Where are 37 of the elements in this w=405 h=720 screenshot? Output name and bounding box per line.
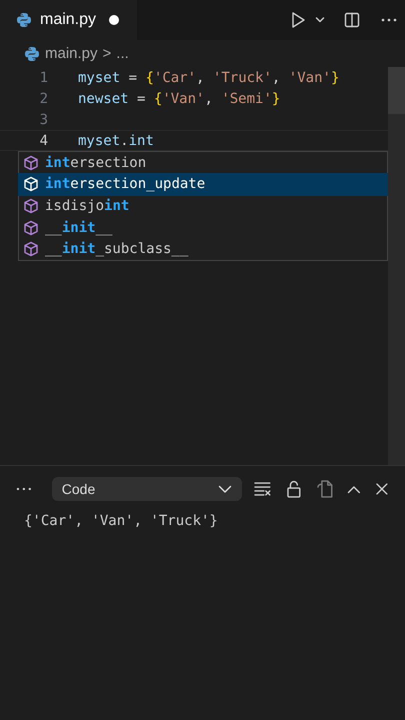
suggestion-item[interactable]: __init__: [19, 216, 387, 238]
cube-icon: [23, 198, 39, 214]
output-channel-dropdown[interactable]: Code: [52, 477, 242, 501]
caret-icon: [218, 484, 232, 494]
more-icon[interactable]: [381, 18, 397, 22]
cube-icon: [23, 241, 39, 258]
cube-icon: [23, 154, 39, 171]
cube-icon: [23, 176, 39, 192]
suggestion-item[interactable]: isdisjoint: [19, 195, 387, 217]
chevron-up-icon[interactable]: [347, 484, 362, 494]
more-icon[interactable]: [16, 487, 32, 491]
caret-icon[interactable]: [315, 16, 325, 24]
line-number: 4: [38, 132, 49, 148]
python-icon: [16, 12, 32, 28]
run-icon[interactable]: [290, 11, 306, 29]
output-text: {'Car', 'Van', 'Truck'}: [23, 512, 219, 529]
line-number: 1: [38, 70, 49, 86]
line-number: 2: [38, 90, 49, 106]
editor-tab[interactable]: main.py: [0, 0, 137, 40]
python-icon: [24, 46, 40, 62]
unlock-icon[interactable]: [286, 480, 302, 498]
clear-output-icon[interactable]: [254, 481, 272, 497]
code-line: newset = {'Van', 'Semi'}: [78, 90, 280, 106]
scrollbar[interactable]: [388, 67, 405, 465]
code-line: myset.int: [78, 132, 154, 148]
suggestion-item[interactable]: __init_subclass__: [19, 238, 387, 260]
code-line: myset = {'Car', 'Truck', 'Van'}: [78, 70, 340, 86]
breadcrumb-separator: >: [102, 45, 112, 62]
cube-icon: [23, 220, 39, 236]
breadcrumb-more[interactable]: ...: [116, 45, 129, 62]
suggestion-item[interactable]: intersection_update: [19, 174, 387, 196]
close-icon[interactable]: [375, 482, 390, 496]
breadcrumb-file[interactable]: main.py: [45, 45, 98, 62]
suggestion-item[interactable]: intersection: [19, 152, 387, 174]
document-icon[interactable]: [316, 480, 334, 498]
line-number: 3: [38, 112, 49, 128]
split-editor-icon[interactable]: [344, 12, 360, 28]
